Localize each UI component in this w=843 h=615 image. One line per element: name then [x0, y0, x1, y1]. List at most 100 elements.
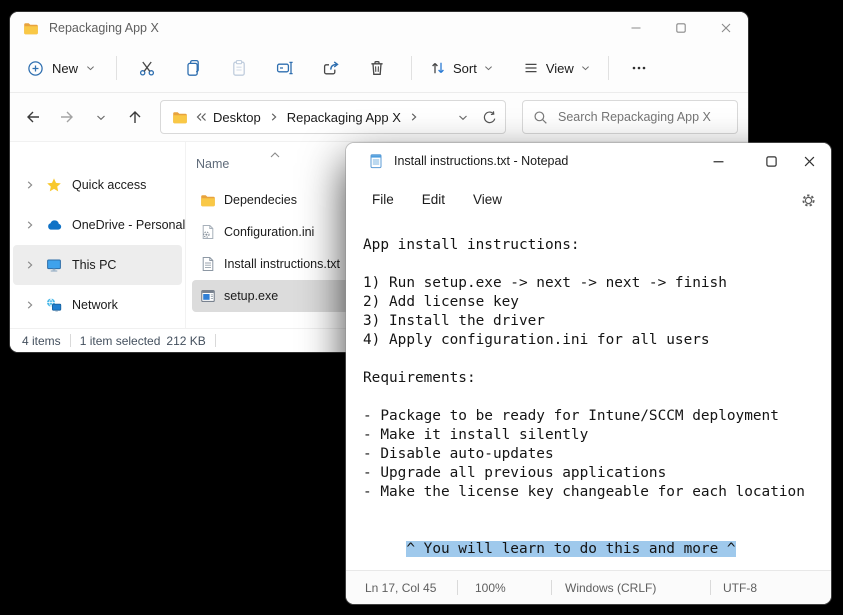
status-zoom-level: 100%: [475, 581, 506, 595]
sidebar-item-network[interactable]: Network: [13, 285, 182, 325]
explorer-sidebar: Quick access OneDrive - Personal This PC…: [10, 142, 186, 328]
breadcrumb-overflow-icon[interactable]: [196, 112, 207, 122]
notepad-body-text: App install instructions: 1) Run setup.e…: [363, 237, 805, 500]
up-button[interactable]: [120, 102, 150, 132]
search-input[interactable]: [558, 110, 727, 124]
chevron-right-icon[interactable]: [25, 220, 35, 230]
address-dropdown-chevron[interactable]: [458, 113, 468, 122]
rename-icon: [276, 59, 294, 77]
chevron-right-icon: [269, 112, 279, 122]
file-name: Configuration.ini: [224, 225, 315, 239]
sort-button[interactable]: Sort: [422, 50, 501, 86]
copy-button[interactable]: [173, 50, 213, 86]
status-cursor-position: Ln 17, Col 45: [365, 581, 437, 595]
explorer-maximize-button[interactable]: [658, 12, 703, 44]
notepad-app-icon: [368, 153, 384, 169]
share-icon: [322, 59, 340, 77]
sidebar-item-onedrive[interactable]: OneDrive - Personal: [13, 205, 186, 245]
notepad-minimize-button[interactable]: [696, 143, 740, 179]
trash-icon: [368, 59, 386, 77]
paste-button: [219, 50, 259, 86]
sidebar-item-this-pc[interactable]: This PC: [13, 245, 182, 285]
chevron-right-icon[interactable]: [25, 300, 35, 310]
delete-button[interactable]: [357, 50, 397, 86]
search-box: [522, 100, 738, 134]
ellipsis-icon: [631, 60, 647, 76]
settings-gear-icon[interactable]: [797, 189, 819, 211]
sidebar-item-label: Network: [72, 298, 118, 312]
notepad-window-title: Install instructions.txt - Notepad: [394, 154, 569, 168]
view-lines-icon: [523, 60, 539, 76]
status-separator: [69, 334, 71, 347]
status-selection-size: 212 KB: [166, 333, 206, 348]
cut-button[interactable]: [127, 50, 167, 86]
view-button[interactable]: View: [515, 50, 598, 86]
notepad-status-bar: Ln 17, Col 45 100% Windows (CRLF) UTF-8: [346, 570, 831, 604]
paste-icon: [230, 59, 248, 77]
folder-icon: [200, 192, 216, 208]
status-encoding: UTF-8: [723, 581, 757, 595]
status-selection: 1 item selected: [79, 333, 161, 348]
cloud-icon: [46, 217, 62, 233]
status-separator: [551, 580, 552, 595]
new-button[interactable]: New: [18, 50, 104, 86]
notepad-text-area[interactable]: App install instructions: 1) Run setup.e…: [346, 219, 831, 570]
menu-view[interactable]: View: [463, 187, 512, 212]
explorer-titlebar[interactable]: Repackaging App X: [10, 12, 748, 44]
toolbar-separator: [116, 56, 118, 80]
share-button[interactable]: [311, 50, 351, 86]
view-button-label: View: [545, 60, 574, 76]
file-name: setup.exe: [224, 289, 279, 303]
forward-button[interactable]: [52, 102, 82, 132]
status-item-count: 4 items: [22, 333, 61, 348]
chevron-right-icon[interactable]: [25, 180, 35, 190]
back-button[interactable]: [18, 102, 48, 132]
desktop: Repackaging App X New Sort View Desktop …: [0, 0, 843, 615]
sidebar-item-label: OneDrive - Personal: [72, 218, 186, 232]
sidebar-item-quick-access[interactable]: Quick access: [13, 165, 182, 205]
notepad-close-button[interactable]: [787, 143, 831, 179]
notepad-selected-line: ^ You will learn to do this and more ^: [363, 540, 831, 559]
toolbar-separator: [411, 56, 413, 80]
breadcrumb-desktop[interactable]: Desktop: [207, 110, 267, 125]
explorer-minimize-button[interactable]: [613, 12, 658, 44]
chevron-right-icon[interactable]: [25, 260, 35, 270]
toolbar-separator: [607, 56, 609, 80]
sidebar-item-label: This PC: [72, 258, 117, 272]
breadcrumb-current-folder[interactable]: Repackaging App X: [281, 110, 407, 125]
selected-line-prefix: [363, 541, 406, 557]
sort-ascending-caret-icon: [270, 152, 280, 158]
refresh-icon[interactable]: [482, 110, 497, 125]
sort-arrows-icon: [430, 60, 446, 76]
explorer-window-controls: [613, 12, 748, 44]
chevron-down-icon: [581, 64, 590, 72]
explorer-close-button[interactable]: [703, 12, 748, 44]
notepad-titlebar[interactable]: Install instructions.txt - Notepad: [346, 143, 831, 179]
more-options-button[interactable]: [619, 50, 659, 86]
new-button-label: New: [52, 60, 79, 76]
search-icon: [533, 110, 548, 125]
chevron-down-icon: [484, 64, 493, 72]
status-separator: [710, 580, 711, 595]
sidebar-item-label: Quick access: [72, 178, 147, 192]
recent-locations-chevron[interactable]: [86, 102, 116, 132]
exe-file-icon: [200, 288, 216, 304]
status-separator: [457, 580, 458, 595]
status-separator: [214, 334, 216, 347]
file-name: Dependecies: [224, 193, 297, 207]
menu-file[interactable]: File: [362, 187, 404, 212]
explorer-toolbar: New Sort View: [10, 44, 748, 93]
ini-file-icon: [200, 224, 216, 240]
chevron-down-icon: [86, 64, 95, 72]
rename-button[interactable]: [265, 50, 305, 86]
explorer-address-row: Desktop Repackaging App X: [10, 93, 748, 142]
menu-edit[interactable]: Edit: [412, 187, 455, 212]
address-bar[interactable]: Desktop Repackaging App X: [160, 100, 506, 134]
plus-circle-icon: [27, 60, 44, 77]
scissors-icon: [138, 59, 156, 77]
star-icon: [46, 177, 62, 193]
text-file-icon: [200, 256, 216, 272]
selected-text-highlight: ^ You will learn to do this and more ^: [406, 541, 736, 557]
status-line-ending: Windows (CRLF): [565, 581, 657, 595]
notepad-window: Install instructions.txt - Notepad File …: [346, 143, 831, 604]
